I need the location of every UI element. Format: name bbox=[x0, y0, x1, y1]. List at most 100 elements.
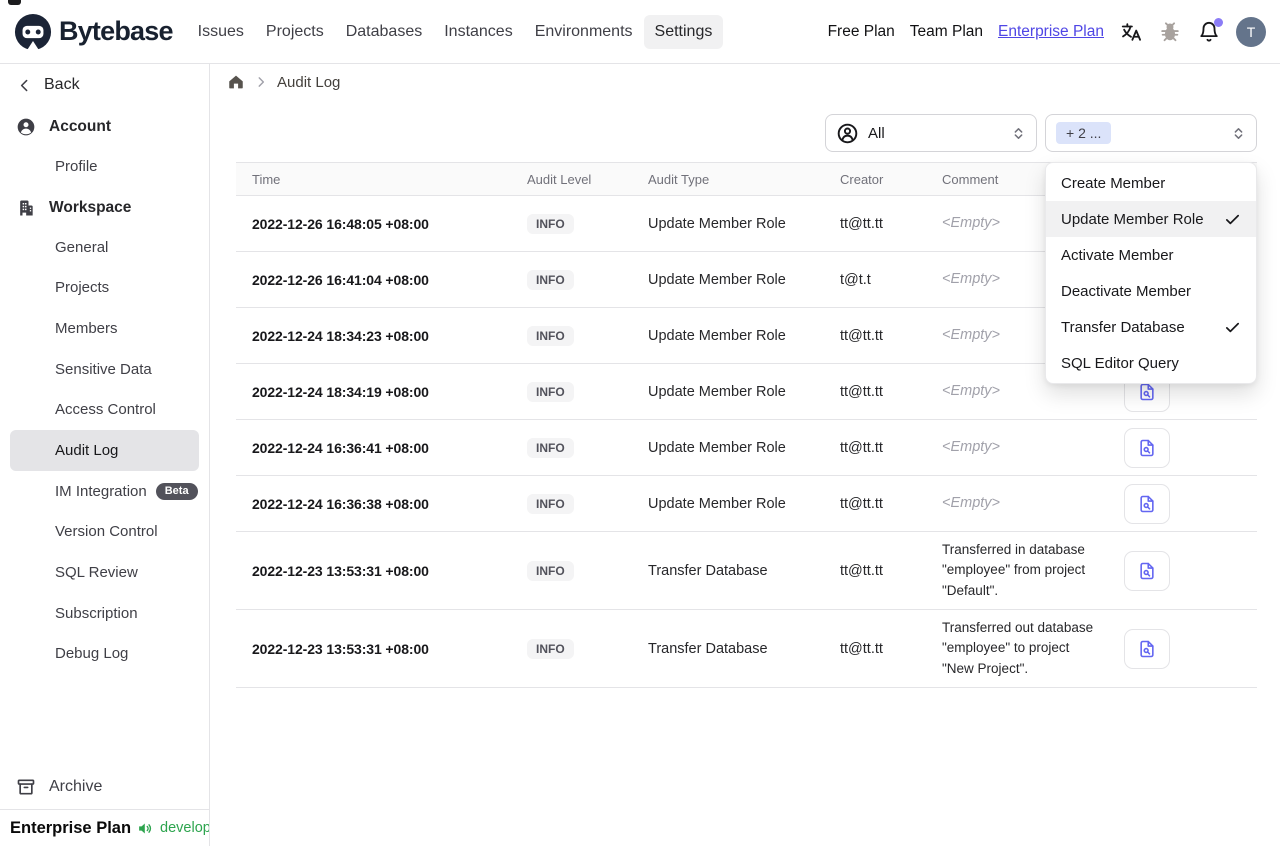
translate-icon[interactable] bbox=[1119, 20, 1143, 44]
check-icon bbox=[1224, 319, 1241, 336]
volume-icon bbox=[139, 823, 152, 833]
row-level-cell: INFO bbox=[511, 381, 632, 402]
row-actions-cell bbox=[1108, 628, 1257, 669]
chevron-right-icon bbox=[258, 77, 265, 87]
sidebar-footer: Enterprise Plan development bbox=[0, 809, 209, 846]
nav-item-settings[interactable]: Settings bbox=[643, 14, 724, 49]
bytebase-logo[interactable]: Bytebase bbox=[14, 13, 173, 51]
sidebar-item-version-control[interactable]: Version Control bbox=[10, 512, 199, 553]
row-audit-type: Transfer Database bbox=[648, 562, 768, 579]
sidebar-item-members[interactable]: Members bbox=[10, 308, 199, 349]
level-badge: INFO bbox=[527, 493, 574, 514]
row-actions-cell bbox=[1108, 427, 1257, 468]
row-creator: tt@tt.tt bbox=[840, 215, 883, 232]
nav-item-instances[interactable]: Instances bbox=[433, 15, 523, 49]
avatar[interactable]: T bbox=[1236, 16, 1266, 47]
building-icon bbox=[16, 198, 36, 218]
sidebar-item-subscription[interactable]: Subscription bbox=[10, 593, 199, 634]
person-circle-icon bbox=[837, 123, 858, 143]
row-time: 2022-12-24 18:34:23 +08:00 bbox=[252, 327, 429, 344]
view-detail-button[interactable] bbox=[1124, 628, 1170, 669]
row-time: 2022-12-26 16:41:04 +08:00 bbox=[252, 271, 429, 288]
plan-link-free-plan[interactable]: Free Plan bbox=[828, 23, 895, 41]
sidebar-item-access-control[interactable]: Access Control bbox=[10, 389, 199, 430]
sidebar-item-label: Version Control bbox=[55, 523, 158, 541]
row-creator: tt@tt.tt bbox=[840, 439, 883, 456]
menu-item-create-member[interactable]: Create Member bbox=[1046, 165, 1256, 201]
bug-icon[interactable] bbox=[1158, 20, 1182, 44]
level-badge: INFO bbox=[527, 213, 574, 234]
brand-name: Bytebase bbox=[59, 16, 173, 46]
check-icon bbox=[1224, 211, 1241, 228]
back-label: Back bbox=[44, 76, 80, 93]
sidebar-item-profile[interactable]: Profile bbox=[10, 146, 199, 187]
sidebar-sections: Account Profile Workspace General Projects Me… bbox=[0, 108, 209, 674]
menu-item-update-member-role[interactable]: Update Member Role bbox=[1046, 201, 1256, 237]
settings-sidebar: Back Account Profile Workspace General Proje… bbox=[0, 64, 210, 846]
sidebar-item-label: Subscription bbox=[55, 604, 138, 622]
sidebar-item-general[interactable]: General bbox=[10, 227, 199, 268]
row-time: 2022-12-24 16:36:41 +08:00 bbox=[252, 439, 429, 456]
nav-item-environments[interactable]: Environments bbox=[524, 15, 644, 49]
bytebase-app: Bytebase Issues Projects Databases Instance… bbox=[0, 0, 1280, 846]
column-header-audit-type: Audit Type bbox=[648, 171, 710, 187]
level-badge: INFO bbox=[527, 269, 574, 290]
menu-item-label: Activate Member bbox=[1061, 246, 1174, 264]
plan-links: Free Plan Team Plan Enterprise Plan bbox=[828, 23, 1104, 41]
row-creator: tt@tt.tt bbox=[840, 562, 883, 579]
sidebar-item-im-integration[interactable]: IM Integration Beta bbox=[10, 471, 199, 512]
sidebar-item-projects[interactable]: Projects bbox=[10, 267, 199, 308]
row-comment: Transferred in database "employee" from … bbox=[942, 542, 1086, 598]
row-comment: <Empty> bbox=[942, 438, 1001, 455]
row-audit-type: Update Member Role bbox=[648, 271, 786, 288]
menu-item-label: Update Member Role bbox=[1061, 210, 1204, 228]
sidebar-item-sensitive-data[interactable]: Sensitive Data bbox=[10, 349, 199, 390]
menu-item-transfer-database[interactable]: Transfer Database bbox=[1046, 309, 1256, 345]
level-badge: INFO bbox=[527, 560, 574, 581]
row-audit-type: Update Member Role bbox=[648, 495, 786, 512]
menu-item-sql-editor-query[interactable]: SQL Editor Query bbox=[1046, 345, 1256, 381]
view-detail-button[interactable] bbox=[1124, 483, 1170, 524]
beta-badge: Beta bbox=[155, 482, 198, 500]
menu-item-label: Deactivate Member bbox=[1061, 282, 1192, 300]
view-detail-button[interactable] bbox=[1124, 427, 1170, 468]
chevron-left-icon bbox=[20, 79, 28, 91]
top-navbar: Bytebase Issues Projects Databases Instance… bbox=[0, 0, 1280, 64]
nav-item-issues[interactable]: Issues bbox=[187, 15, 255, 49]
audit-type-filter-tag: + 2 ... bbox=[1056, 122, 1112, 144]
row-level-cell: INFO bbox=[511, 213, 632, 234]
notification-dot bbox=[1214, 17, 1223, 27]
row-time: 2022-12-26 16:48:05 +08:00 bbox=[252, 215, 429, 232]
row-time: 2022-12-23 13:53:31 +08:00 bbox=[252, 640, 429, 657]
level-badge: INFO bbox=[527, 638, 574, 659]
row-creator: tt@tt.tt bbox=[840, 640, 883, 657]
home-icon[interactable] bbox=[227, 73, 245, 91]
bell-icon[interactable] bbox=[1197, 17, 1223, 44]
plan-link-enterprise-plan[interactable]: Enterprise Plan bbox=[998, 23, 1104, 41]
sidebar-item-debug-log[interactable]: Debug Log bbox=[10, 634, 199, 675]
nav-item-projects[interactable]: Projects bbox=[255, 15, 335, 49]
menu-item-deactivate-member[interactable]: Deactivate Member bbox=[1046, 273, 1256, 309]
sidebar-item-label: Audit Log bbox=[55, 441, 119, 459]
row-creator: t@t.t bbox=[840, 271, 871, 288]
row-level-cell: INFO bbox=[511, 325, 632, 346]
row-level-cell: INFO bbox=[511, 269, 632, 290]
back-button[interactable]: Back bbox=[0, 64, 209, 97]
creator-filter-select[interactable]: All bbox=[825, 114, 1037, 152]
sidebar-item-archive[interactable]: Archive bbox=[0, 769, 209, 805]
sidebar-item-audit-log[interactable]: Audit Log bbox=[10, 430, 199, 471]
nav-item-databases[interactable]: Databases bbox=[335, 15, 434, 49]
row-creator: tt@tt.tt bbox=[840, 327, 883, 344]
audit-type-filter-select[interactable]: + 2 ... bbox=[1045, 114, 1257, 152]
row-time: 2022-12-23 13:53:31 +08:00 bbox=[252, 562, 429, 579]
plan-link-team-plan[interactable]: Team Plan bbox=[910, 23, 983, 41]
level-badge: INFO bbox=[527, 381, 574, 402]
level-badge: INFO bbox=[527, 437, 574, 458]
view-detail-button[interactable] bbox=[1124, 550, 1170, 591]
menu-item-activate-member[interactable]: Activate Member bbox=[1046, 237, 1256, 273]
updown-chevrons-icon bbox=[1234, 127, 1243, 139]
row-actions-cell bbox=[1108, 483, 1257, 524]
sidebar-item-label: Debug Log bbox=[55, 645, 129, 663]
sidebar-item-sql-review[interactable]: SQL Review bbox=[10, 552, 199, 593]
main-content: Audit Log All + 2 ... Time Audit Level Aud… bbox=[210, 64, 1280, 846]
